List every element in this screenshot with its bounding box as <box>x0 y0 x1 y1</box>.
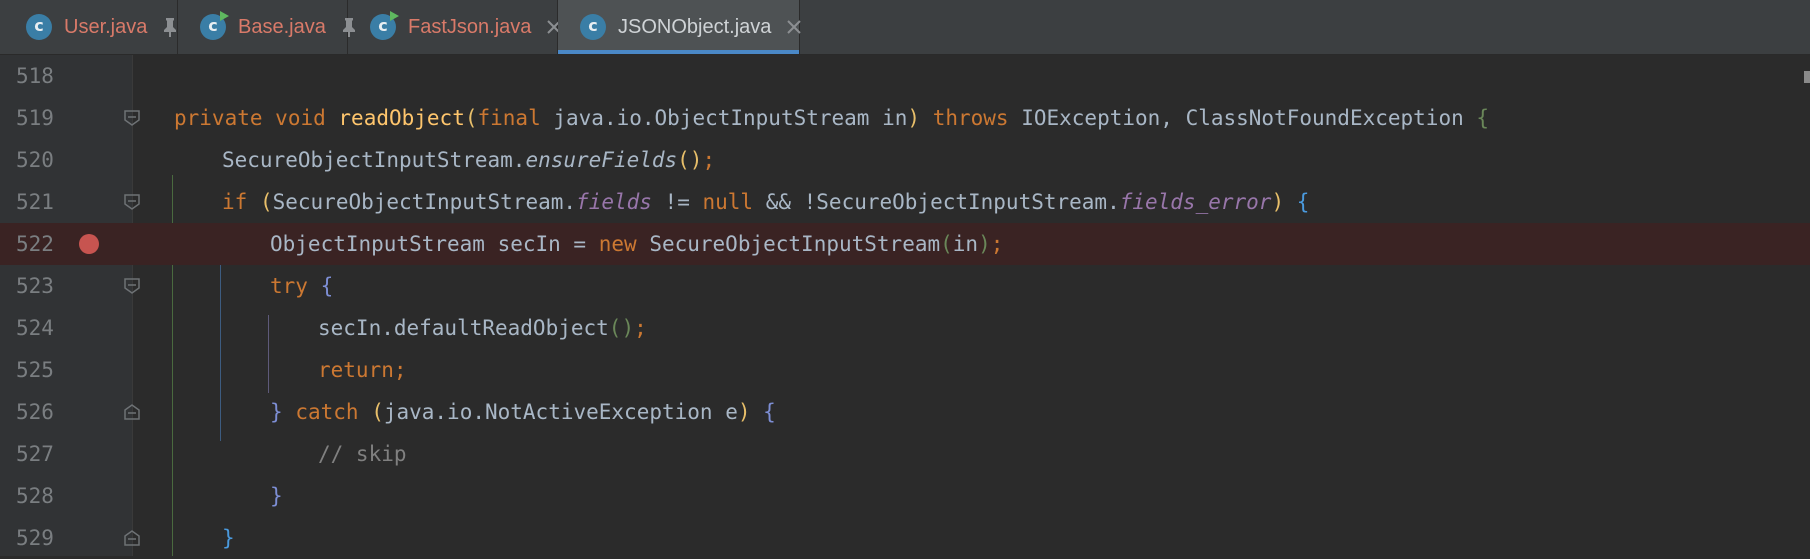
tab-label: User.java <box>64 15 148 38</box>
tab-user-java[interactable]: User.java <box>4 0 178 54</box>
fold-collapse-icon[interactable] <box>124 278 140 294</box>
code-line[interactable]: 529 } <box>0 517 1810 559</box>
code-line[interactable]: 518 <box>0 55 1810 97</box>
code-text: if (SecureObjectInputStream.fields != nu… <box>222 190 1310 214</box>
code-text: return; <box>318 358 407 382</box>
code-line[interactable]: 525 return; <box>0 349 1810 391</box>
code-text: // skip <box>318 442 407 466</box>
line-number: 529 <box>16 526 54 550</box>
tab-jsonobject-java[interactable]: JSONObject.java <box>558 0 803 54</box>
line-number: 521 <box>16 190 54 214</box>
code-text: try { <box>270 274 334 298</box>
tab-label: Base.java <box>238 15 326 38</box>
java-runnable-class-icon <box>370 11 399 40</box>
code-text: } <box>270 484 283 508</box>
tab-fastjson-java[interactable]: FastJson.java <box>348 0 562 54</box>
line-number: 524 <box>16 316 54 340</box>
close-icon[interactable] <box>785 18 803 36</box>
code-line-breakpoint[interactable]: 522 ObjectInputStream secIn = new Secure… <box>0 223 1810 265</box>
code-editor[interactable]: 518 519 private void readObject(final ja… <box>0 55 1810 556</box>
code-text: } catch (java.io.NotActiveException e) { <box>270 400 776 424</box>
editor-tab-bar: User.java Base.java FastJson.java JSONOb… <box>0 0 1810 55</box>
fold-collapse-icon[interactable] <box>124 194 140 210</box>
line-number: 518 <box>16 64 54 88</box>
java-class-icon <box>26 14 52 40</box>
code-line[interactable]: 520 SecureObjectInputStream.ensureFields… <box>0 139 1810 181</box>
line-number: 522 <box>16 232 54 256</box>
java-runnable-class-icon <box>200 11 229 40</box>
line-number: 519 <box>16 106 54 130</box>
pin-icon[interactable] <box>161 16 179 38</box>
line-number: 525 <box>16 358 54 382</box>
line-number: 523 <box>16 274 54 298</box>
code-line[interactable]: 519 private void readObject(final java.i… <box>0 97 1810 139</box>
code-line[interactable]: 521 if (SecureObjectInputStream.fields !… <box>0 181 1810 223</box>
code-text: secIn.defaultReadObject(); <box>318 316 647 340</box>
line-number: 520 <box>16 148 54 172</box>
fold-expand-icon[interactable] <box>124 530 140 546</box>
code-line[interactable]: 528 } <box>0 475 1810 517</box>
code-text: SecureObjectInputStream.ensureFields(); <box>222 148 716 172</box>
fold-collapse-icon[interactable] <box>124 110 140 126</box>
tab-label: FastJson.java <box>408 15 532 38</box>
line-number: 528 <box>16 484 54 508</box>
code-text: private void readObject(final java.io.Ob… <box>174 106 1490 130</box>
fold-expand-icon[interactable] <box>124 404 140 420</box>
breakpoint-icon[interactable] <box>79 234 99 254</box>
code-text: ObjectInputStream secIn = new SecureObje… <box>270 232 1004 256</box>
line-number: 526 <box>16 400 54 424</box>
java-class-icon <box>580 14 606 40</box>
tab-label: JSONObject.java <box>618 15 772 38</box>
code-line[interactable]: 524 secIn.defaultReadObject(); <box>0 307 1810 349</box>
tab-base-java[interactable]: Base.java <box>178 0 355 54</box>
scrollbar-marker[interactable] <box>1804 71 1810 83</box>
code-line[interactable]: 527 // skip <box>0 433 1810 475</box>
line-number: 527 <box>16 442 54 466</box>
code-line[interactable]: 523 try { <box>0 265 1810 307</box>
code-line[interactable]: 526 } catch (java.io.NotActiveException … <box>0 391 1810 433</box>
code-text: } <box>222 526 235 550</box>
